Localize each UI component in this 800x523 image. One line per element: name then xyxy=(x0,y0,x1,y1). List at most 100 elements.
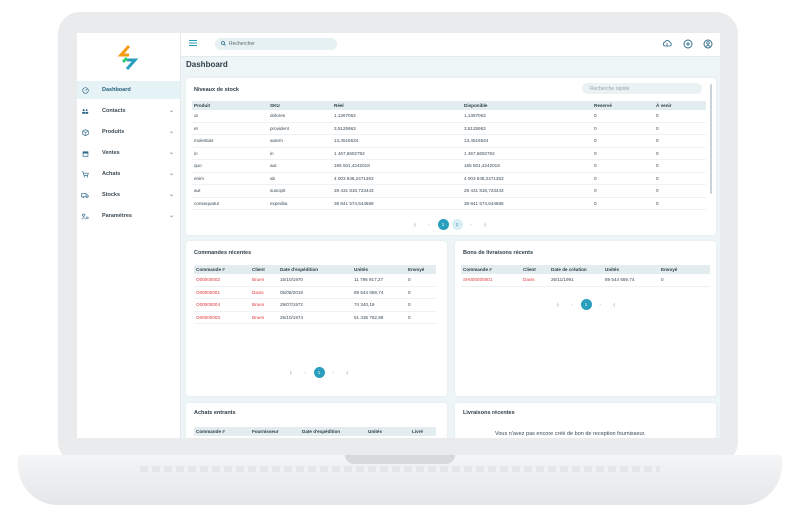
sidebar-item-label: Paramètres xyxy=(102,213,132,219)
page-2-button[interactable]: 2 xyxy=(451,219,463,230)
table-row[interactable]: O00000002 Bruen 15/10/1970 11 796 917,27 0 xyxy=(194,274,436,287)
stock-pagination: |‹ ‹ 1 2 › ›| xyxy=(408,219,492,230)
table-row[interactable]: ut dolores 1,1367063 1,1367063 0 0 xyxy=(192,110,706,123)
last-page-icon[interactable]: ›| xyxy=(342,367,353,378)
prev-page-icon[interactable]: ‹ xyxy=(424,219,435,230)
first-page-icon[interactable]: |‹ xyxy=(286,367,297,378)
cloud-download-icon[interactable] xyxy=(662,39,672,49)
table-row[interactable]: O00000004 Bruen 29/07/1972 74 340,19 0 xyxy=(194,298,436,312)
column-header[interactable]: Date d'expédition xyxy=(300,427,366,436)
page-1-button[interactable]: 1 xyxy=(437,219,449,230)
sidebar-item-paramètres[interactable]: Paramètres ⌄ xyxy=(77,207,180,225)
next-page-icon[interactable]: › xyxy=(595,299,606,310)
table-cell[interactable]: Bruen xyxy=(250,274,278,287)
page-title: Dashboard xyxy=(186,60,228,69)
sidebar-item-ventes[interactable]: Ventes ⌄ xyxy=(77,144,180,162)
column-header[interactable]: Disponible xyxy=(462,101,592,110)
table-cell: autem xyxy=(268,134,332,148)
table-cell[interactable]: O00000003 xyxy=(194,311,250,324)
column-header[interactable]: Commande # xyxy=(461,265,521,274)
add-circle-icon[interactable] xyxy=(683,39,693,49)
table-row[interactable]: et provident 3,5125963 3,5125963 0 0 xyxy=(192,122,706,135)
column-header[interactable]: Envoyé xyxy=(659,265,710,274)
prev-page-icon[interactable]: ‹ xyxy=(300,367,311,378)
sidebar-item-stocks[interactable]: Stocks ⌄ xyxy=(77,186,180,204)
table-cell: 0 xyxy=(654,134,706,148)
orders-card-title: Commandes récentes xyxy=(194,250,252,256)
table-cell[interactable]: O00000001 xyxy=(194,286,250,299)
column-header[interactable]: Client xyxy=(250,265,278,274)
table-cell[interactable]: Bruen xyxy=(250,298,278,312)
table-cell[interactable]: SH000000001 xyxy=(461,274,521,287)
column-header[interactable]: Fournisseur xyxy=(250,427,300,436)
table-cell[interactable]: O00000002 xyxy=(194,274,250,287)
column-header[interactable]: Date d'expédition xyxy=(278,265,352,274)
table-row[interactable]: enim ab 4 003 848,2471353 4 003 848,2471353… xyxy=(192,172,706,185)
sidebar-item-achats[interactable]: Achats ⌄ xyxy=(77,165,180,183)
chevron-down-icon: ⌄ xyxy=(168,213,174,219)
account-icon[interactable] xyxy=(703,39,713,49)
chevron-down-icon: ⌄ xyxy=(168,192,174,198)
column-header[interactable]: Livré xyxy=(410,427,436,436)
table-row[interactable]: quo aut 165 501,4242018 165 501,4242018 0 0 xyxy=(192,159,706,173)
search-input[interactable]: Rechercher xyxy=(215,38,337,50)
chevron-down-icon: ⌄ xyxy=(168,108,174,114)
table-cell: 3,5125963 xyxy=(462,122,592,135)
column-header[interactable]: Produit xyxy=(192,101,268,110)
table-cell: 0 xyxy=(592,134,654,148)
next-page-icon[interactable]: › xyxy=(466,219,477,230)
people-icon xyxy=(81,107,89,115)
table-row[interactable]: O00000003 Bruen 25/10/1974 51 435 762,98 0 xyxy=(194,311,436,324)
last-page-icon[interactable]: ›| xyxy=(480,219,491,230)
table-row[interactable]: O00000001 Davis 05/08/2019 89 544 659,74 0 xyxy=(194,286,436,299)
first-page-icon[interactable]: |‹ xyxy=(553,299,564,310)
sidebar-item-label: Ventes xyxy=(102,150,120,156)
table-row[interactable]: molestias autem 13,4516534 13,4516534 0 0 xyxy=(192,134,706,148)
table-cell: 0 xyxy=(406,311,436,324)
sidebar-item-produits[interactable]: Produits ⌄ xyxy=(77,123,180,141)
column-header[interactable]: Client xyxy=(521,265,549,274)
incoming-table: Commande # Fournisseur Date d'expédition Un… xyxy=(194,427,436,436)
table-row[interactable]: SH000000001 Davis 26/11/1991 89 544 659,74 0 xyxy=(461,274,710,287)
first-page-icon[interactable]: |‹ xyxy=(410,219,421,230)
table-cell: 0 xyxy=(592,197,654,210)
sidebar-item-dashboard[interactable]: Dashboard xyxy=(77,81,180,99)
page-1-button[interactable]: 1 xyxy=(580,299,592,310)
last-page-icon[interactable]: ›| xyxy=(609,299,620,310)
column-header[interactable]: Réel xyxy=(332,101,462,110)
table-cell[interactable]: Davis xyxy=(250,286,278,299)
column-header[interactable]: Unités xyxy=(366,427,410,436)
menu-icon[interactable] xyxy=(189,40,197,46)
column-header[interactable]: SKU xyxy=(268,101,332,110)
quick-search-input[interactable]: Recherche rapide xyxy=(582,83,702,94)
table-cell[interactable]: Bruen xyxy=(250,311,278,324)
stock-scrollbar[interactable] xyxy=(710,84,712,194)
page-1-button[interactable]: 1 xyxy=(313,367,325,378)
search-placeholder: Rechercher xyxy=(229,41,255,47)
box-icon xyxy=(81,128,89,136)
sidebar-item-contacts[interactable]: Contacts ⌄ xyxy=(77,102,180,120)
table-cell: 1 467,6602792 xyxy=(462,147,592,160)
column-header[interactable]: Commande # xyxy=(194,427,250,436)
column-header[interactable]: À venir xyxy=(654,101,706,110)
column-header[interactable]: Date de création xyxy=(549,265,603,274)
table-cell: provident xyxy=(268,122,332,135)
column-header[interactable]: Reservé xyxy=(592,101,654,110)
table-cell: 4 003 848,2471353 xyxy=(462,172,592,185)
column-header[interactable]: Commande # xyxy=(194,265,250,274)
table-row[interactable]: aut suscipit 28 431 818,723443 28 431 818,7… xyxy=(192,184,706,198)
table-cell: in xyxy=(192,147,268,160)
table-cell[interactable]: Davis xyxy=(521,274,549,287)
column-header[interactable]: Envoyé xyxy=(406,265,436,274)
table-cell: 0 xyxy=(654,172,706,185)
column-header[interactable]: Unités xyxy=(603,265,659,274)
table-cell: 0 xyxy=(654,184,706,198)
next-page-icon[interactable]: › xyxy=(328,367,339,378)
table-cell: 25/10/1974 xyxy=(278,311,352,324)
table-row[interactable]: in in 1 467,6602792 1 467,6602792 0 0 xyxy=(192,147,706,160)
table-row[interactable]: consequatur expedita 39 841 574,644668 39 8… xyxy=(192,197,706,210)
table-cell[interactable]: O00000004 xyxy=(194,298,250,312)
column-header[interactable]: Unités xyxy=(352,265,406,274)
table-cell: quo xyxy=(192,159,268,173)
prev-page-icon[interactable]: ‹ xyxy=(567,299,578,310)
